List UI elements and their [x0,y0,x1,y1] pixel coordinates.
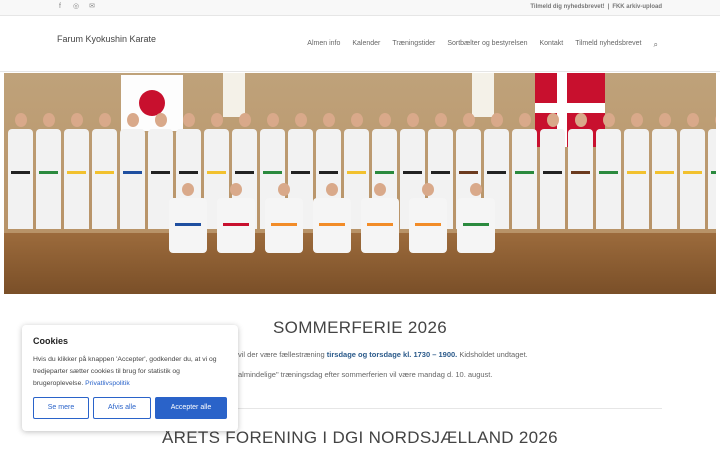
adult-figure [680,113,705,294]
nav-item-kontakt[interactable]: Kontakt [539,40,563,50]
adult-figure [8,113,33,294]
site-header: Farum Kyokushin Karate Almen info Kalend… [0,16,720,72]
cookie-title: Cookies [33,336,69,346]
search-icon[interactable]: ⌕ [654,40,658,50]
section-title-dgi: ÅRETS FORENING I DGI NORDSJÆLLAND 2026 [162,428,558,447]
summer-paragraph-2: almindelige" træningsdag efter sommerfer… [238,370,493,379]
adult-figure [36,113,61,294]
social-links: f ◎ ✉ [56,3,96,11]
p1-bold-times: tirsdage og torsdage kl. 1730 – 1900. [326,350,458,359]
adult-figure [540,113,565,294]
nav-item-almen-info[interactable]: Almen info [307,40,340,50]
adult-figure [568,113,593,294]
p1-text-after: Kidsholdet undtaget. [457,350,528,359]
separator: | [607,4,610,10]
cookie-text: Hvis du klikker på knappen 'Accepter', g… [33,354,229,390]
newsletter-top-link[interactable]: Tilmeld dig nyhedsbrevet! [530,4,604,10]
summer-paragraph-1: vil der være fællestræning tirsdage og t… [238,350,528,359]
adult-figure [708,113,716,294]
p1-text-before: vil der være fællestræning [238,350,327,359]
kid-figure [457,183,495,263]
nav-item-nyhedsbrev[interactable]: Tilmeld nyhedsbrevet [575,40,641,50]
kid-figure [409,183,447,263]
adult-figure [596,113,621,294]
nav-item-sortbaelter[interactable]: Sortbælter og bestyrelsen [447,40,527,50]
adult-figure [120,113,145,294]
calligraphy-scroll [472,73,494,117]
kid-figure [169,183,207,263]
adult-figure [92,113,117,294]
mail-icon[interactable]: ✉ [88,3,96,11]
site-title[interactable]: Farum Kyokushin Karate [57,34,156,44]
top-bar: f ◎ ✉ Tilmeld dig nyhedsbrevet! | FKK arki… [0,0,720,16]
adult-figure [624,113,649,294]
see-more-button[interactable]: Se mere [33,397,89,419]
top-links: Tilmeld dig nyhedsbrevet! | FKK arkiv-uplo… [530,4,662,10]
nav-item-traeningstider[interactable]: Træningstider [392,40,435,50]
kid-figure [361,183,399,263]
kid-figure [265,183,303,263]
facebook-icon[interactable]: f [56,3,64,11]
divider [232,408,662,409]
instagram-icon[interactable]: ◎ [72,3,80,11]
privacy-policy-link[interactable]: Privatlivspolitik [85,380,130,387]
adult-figure [512,113,537,294]
refuse-all-button[interactable]: Afvis alle [93,397,151,419]
nav-item-kalender[interactable]: Kalender [352,40,380,50]
hero-group-photo [4,73,716,294]
kid-karateka-row [169,183,495,263]
archive-upload-link[interactable]: FKK arkiv-upload [612,4,662,10]
adult-figure [64,113,89,294]
kid-figure [217,183,255,263]
kid-figure [313,183,351,263]
main-nav: Almen info Kalender Træningstider Sortbæ… [307,40,658,50]
calligraphy-scroll [223,73,245,117]
adult-figure [652,113,677,294]
cookie-banner: Cookies Hvis du klikker på knappen 'Acce… [22,325,238,431]
accept-all-button[interactable]: Accepter alle [155,397,227,419]
